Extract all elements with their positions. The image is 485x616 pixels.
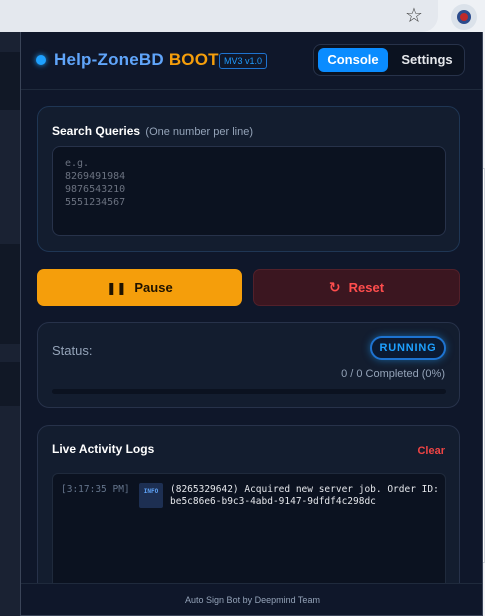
search-queries-card: Search Queries (One number per line) e.g… bbox=[37, 106, 460, 252]
popup-header: Help-ZoneBD BOOT MV3 v1.0 Console Settin… bbox=[21, 32, 482, 90]
browser-toolbar: ☆ bbox=[0, 0, 485, 32]
progress-bar bbox=[52, 389, 446, 394]
pause-icon: ❚❚ bbox=[106, 280, 127, 295]
extension-icon[interactable] bbox=[451, 4, 477, 30]
search-queries-label: Search Queries (One number per line) bbox=[52, 124, 253, 138]
tab-console[interactable]: Console bbox=[318, 48, 388, 72]
reset-button[interactable]: ↻ Reset bbox=[253, 269, 460, 306]
popup-footer: Auto Sign Bot by Deepmind Team bbox=[21, 583, 482, 615]
search-queries-hint: (One number per line) bbox=[145, 126, 254, 138]
status-indicator-icon bbox=[36, 55, 46, 65]
app-title: Help-ZoneBD BOOT bbox=[54, 50, 219, 70]
reset-icon: ↻ bbox=[328, 279, 341, 296]
background-panel bbox=[0, 52, 22, 110]
status-card: Status: RUNNING 0 / 0 Completed (0%) bbox=[37, 322, 460, 408]
status-badge: RUNNING bbox=[370, 336, 446, 360]
search-queries-title: Search Queries bbox=[52, 124, 141, 138]
log-message: (8265329642) Acquired new server job. Or… bbox=[170, 484, 439, 507]
logs-title: Live Activity Logs bbox=[52, 442, 155, 456]
app-title-part2: BOOT bbox=[168, 50, 219, 69]
pause-button[interactable]: ❚❚ Pause bbox=[37, 269, 242, 306]
background-panel bbox=[0, 362, 22, 406]
search-queries-input[interactable]: e.g. 8269491984 9876543210 5551234567 bbox=[52, 146, 446, 236]
tab-settings[interactable]: Settings bbox=[392, 48, 462, 72]
log-timestamp: [3:17:35 PM] bbox=[61, 484, 130, 495]
app-title-part1: Help-ZoneBD bbox=[54, 50, 164, 69]
pause-button-label: Pause bbox=[134, 280, 173, 295]
progress-text: 0 / 0 Completed (0%) bbox=[341, 368, 445, 380]
log-level-badge: INFO bbox=[139, 483, 163, 508]
version-badge: MV3 v1.0 bbox=[219, 53, 268, 69]
reset-button-label: Reset bbox=[348, 280, 385, 295]
tab-bar: Console Settings bbox=[313, 44, 465, 76]
star-icon[interactable]: ☆ bbox=[403, 4, 425, 26]
clear-logs-button[interactable]: Clear bbox=[417, 445, 445, 457]
status-label: Status: bbox=[52, 343, 93, 358]
address-bar[interactable] bbox=[0, 0, 438, 32]
background-panel bbox=[0, 244, 22, 344]
extension-popup: Help-ZoneBD BOOT MV3 v1.0 Console Settin… bbox=[20, 32, 483, 616]
